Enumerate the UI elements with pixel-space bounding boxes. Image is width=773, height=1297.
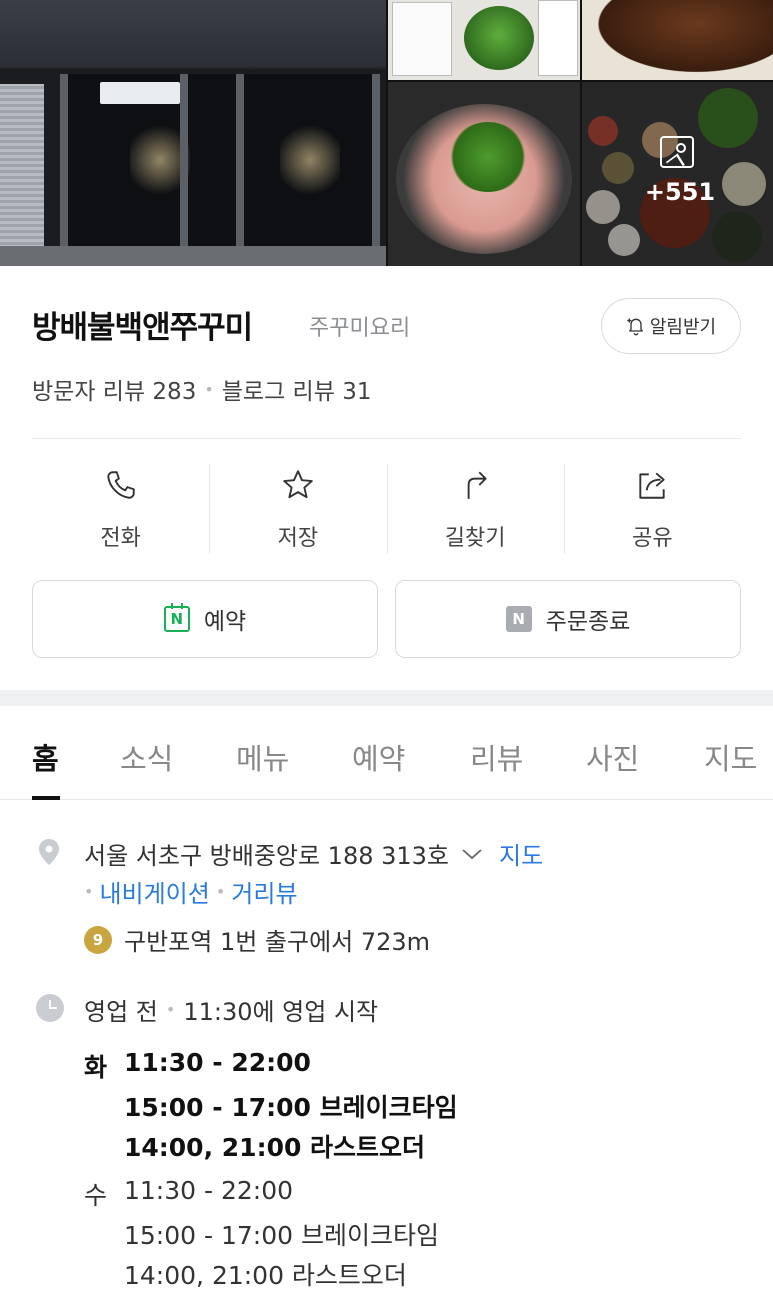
naver-icon: N: [505, 606, 532, 632]
greens: [448, 122, 528, 192]
tab-home[interactable]: 홈: [32, 736, 59, 778]
directions-icon: [467, 471, 487, 499]
street-view-link[interactable]: 거리뷰: [231, 874, 297, 909]
save-label: 저장: [277, 526, 319, 551]
reserve-button[interactable]: N 예약: [32, 580, 378, 658]
navigation-link[interactable]: 내비게이션: [99, 874, 209, 909]
day-label: 화: [84, 1053, 108, 1082]
location-pin-icon: [39, 839, 59, 865]
hours-line: 11:30 - 22:00: [124, 1048, 311, 1077]
tab-map[interactable]: 지도: [704, 736, 757, 778]
address-links: • 내비게이션 • 거리뷰: [84, 874, 298, 909]
pork-dish-photo[interactable]: [388, 82, 580, 266]
photo-gallery[interactable]: +551: [0, 0, 773, 266]
tab-review[interactable]: 리뷰: [470, 736, 523, 778]
place-name: 방배불백앤쭈꾸미: [32, 310, 253, 346]
window-frame: [60, 74, 68, 250]
call-label: 전화: [100, 526, 141, 551]
hours-status-row[interactable]: 영업 전 • 11:30에 영업 시작: [84, 992, 378, 1027]
alarm-button[interactable]: 알림받기: [601, 298, 741, 354]
hours-line: 11:30 - 22:00: [124, 1176, 294, 1205]
window-frame: [180, 74, 188, 250]
separator-dot: •: [204, 379, 214, 399]
tab-bar: 홈 소식 메뉴 예약 리뷰 사진 지도: [0, 706, 773, 800]
tab-menu[interactable]: 메뉴: [236, 736, 289, 778]
chevron-down-icon[interactable]: [461, 847, 483, 861]
tab-reservation[interactable]: 예약: [352, 736, 405, 778]
separator-dot: •: [165, 1000, 176, 1019]
visitor-reviews-link[interactable]: 방문자 리뷰 283: [32, 372, 196, 406]
blog-reviews-link[interactable]: 블로그 리뷰 31: [222, 372, 372, 406]
more-photos-count[interactable]: +551: [640, 178, 720, 206]
address-text[interactable]: 서울 서초구 방배중앙로 188 313호: [84, 836, 449, 871]
shop-sign: [100, 82, 180, 104]
menu-photo[interactable]: [388, 0, 580, 80]
address-row: 서울 서초구 방배중앙로 188 313호 지도: [84, 836, 543, 871]
action-bar: 전화 저장 길찾기 공유: [32, 462, 741, 556]
shutter-decoration: [0, 84, 44, 266]
break-time-line: 15:00 - 17:00 브레이크타임: [124, 1093, 458, 1122]
menu-board: [538, 0, 578, 76]
separator-dot: •: [215, 882, 226, 901]
opening-note: 11:30에 영업 시작: [183, 998, 379, 1026]
place-category: 주꾸미요리: [309, 316, 411, 341]
call-button[interactable]: 전화: [32, 462, 209, 556]
station-distance: 구반포역 1번 출구에서 723m: [124, 928, 431, 956]
subway-row: 9 구반포역 1번 출구에서 723m: [84, 922, 430, 957]
order-label: 주문종료: [545, 609, 631, 635]
subway-line-badge: 9: [84, 925, 112, 954]
review-counts: 방문자 리뷰 283 • 블로그 리뷰 31: [32, 372, 371, 406]
window-frame: [372, 74, 380, 250]
share-button[interactable]: 공유: [563, 462, 741, 556]
map-link[interactable]: 지도: [499, 836, 543, 871]
order-button[interactable]: N 주문종료: [395, 580, 741, 658]
share-icon: [639, 472, 666, 499]
day-label: 수: [84, 1181, 108, 1210]
gallery-icon: [660, 136, 694, 168]
separator-dot: •: [84, 882, 94, 901]
storefront-photo[interactable]: [0, 0, 386, 266]
bell-plus-icon: [627, 318, 643, 336]
tab-news[interactable]: 소식: [120, 736, 173, 778]
active-tab-indicator: [32, 796, 60, 800]
clock-icon: [36, 994, 64, 1022]
divider: [32, 438, 741, 439]
business-status: 영업 전: [84, 998, 158, 1026]
booking-row: N 예약 N 주문종료: [32, 580, 741, 658]
food-photo[interactable]: [582, 0, 773, 80]
alarm-label: 알림받기: [649, 317, 717, 338]
greens: [464, 6, 534, 70]
last-order-line: 14:00, 21:00 라스트오더: [124, 1133, 426, 1162]
directions-button[interactable]: 길찾기: [386, 462, 564, 556]
reserve-label: 예약: [203, 609, 247, 635]
more-photos-overlay[interactable]: [582, 82, 773, 266]
tab-photo[interactable]: 사진: [586, 736, 639, 778]
naver-calendar-icon: N: [163, 603, 190, 632]
directions-label: 길찾기: [444, 526, 506, 551]
section-divider: [0, 690, 773, 706]
window-frame: [236, 74, 244, 250]
sidewalk: [0, 246, 386, 266]
light-glow: [280, 120, 340, 200]
break-time-line: 15:00 - 17:00 브레이크타임: [124, 1221, 439, 1250]
save-button[interactable]: 저장: [209, 462, 386, 556]
menu-board: [392, 2, 452, 76]
share-label: 공유: [632, 526, 673, 551]
phone-icon: [106, 471, 135, 499]
last-order-line: 14:00, 21:00 라스트오더: [124, 1261, 407, 1290]
star-icon: [283, 470, 313, 499]
